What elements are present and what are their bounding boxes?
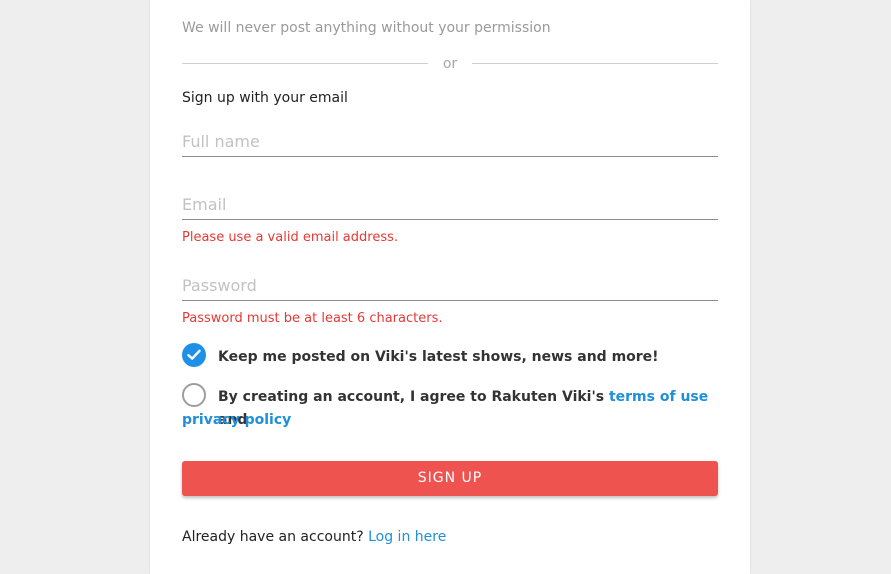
log-in-link[interactable]: Log in here: [368, 529, 446, 545]
divider-or-label: or: [442, 56, 458, 72]
login-prompt-text: Already have an account?: [182, 529, 369, 545]
checkmark-circle-icon[interactable]: [182, 343, 206, 367]
terms-of-use-link[interactable]: terms of use: [609, 389, 708, 405]
email-error-message: Please use a valid email address.: [182, 230, 399, 245]
password-field: [182, 270, 718, 301]
full-name-field: [182, 126, 718, 157]
terms-label-prefix: By creating an account, I agree to Rakut…: [218, 389, 609, 405]
email-field: [182, 189, 718, 220]
full-name-input[interactable]: [182, 126, 718, 156]
privacy-policy-link[interactable]: privacy policy: [182, 409, 291, 432]
keep-posted-option: Keep me posted on Viki's latest shows, n…: [182, 343, 718, 369]
divider-line-right: [472, 63, 718, 64]
terms-label: By creating an account, I agree to Rakut…: [218, 386, 718, 432]
sign-up-button[interactable]: SIGN UP: [182, 461, 718, 496]
permission-notice: We will never post anything without your…: [182, 20, 551, 36]
keep-posted-label: Keep me posted on Viki's latest shows, n…: [218, 349, 659, 365]
empty-circle-icon[interactable]: [182, 383, 206, 407]
signup-card: We will never post anything without your…: [150, 0, 750, 574]
password-input[interactable]: [182, 270, 718, 300]
terms-option: By creating an account, I agree to Rakut…: [182, 383, 718, 433]
password-error-message: Password must be at least 6 characters.: [182, 311, 443, 326]
login-prompt: Already have an account? Log in here: [182, 529, 718, 545]
email-input[interactable]: [182, 189, 718, 219]
or-divider: or: [182, 54, 718, 74]
signup-email-heading: Sign up with your email: [182, 90, 348, 106]
